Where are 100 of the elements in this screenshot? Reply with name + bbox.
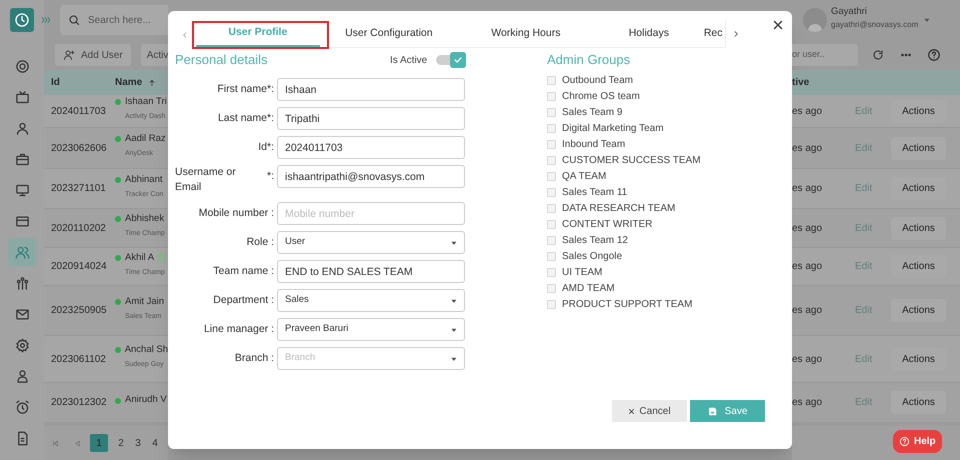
field-label: Department :	[213, 293, 274, 308]
previous-page-icon	[74, 440, 81, 446]
checkbox-item[interactable]: Sales Team 11	[547, 184, 701, 200]
help-button[interactable]: Help	[893, 430, 942, 453]
table-cell-text: es ago	[792, 182, 824, 196]
card-icon	[14, 214, 30, 228]
checkbox-item[interactable]: Inbound Team	[547, 136, 701, 152]
field-label: Line manager :	[204, 322, 274, 337]
page-button[interactable]: 4	[151, 436, 159, 450]
input-field[interactable]: END to END SALES TEAM	[277, 260, 465, 283]
table-cell-text: es ago	[792, 104, 824, 118]
user-name: Abhinant	[125, 172, 163, 187]
person-icon	[14, 368, 30, 384]
checkbox-item[interactable]: QA TEAM	[547, 168, 701, 184]
checkbox[interactable]	[547, 188, 556, 196]
select-field[interactable]: User	[277, 231, 465, 254]
checkbox[interactable]	[547, 172, 556, 180]
select-field[interactable]: Sales	[277, 289, 465, 312]
field-label: Role :	[246, 235, 274, 250]
checkbox-item[interactable]: Sales Team 12	[547, 232, 701, 248]
user-plus-icon	[63, 49, 75, 61]
checkbox[interactable]	[547, 76, 556, 84]
checkbox-item[interactable]: AMD TEAM	[547, 280, 701, 296]
user-name: Anchal Sh	[124, 343, 168, 358]
field-label: Id*:	[258, 140, 274, 155]
checkbox[interactable]	[547, 284, 556, 292]
checkbox[interactable]	[547, 156, 556, 164]
page-button[interactable]: 2	[117, 436, 125, 450]
sort-up-icon	[148, 78, 156, 86]
checkbox-item[interactable]: UI TEAM	[547, 264, 701, 280]
search-icon	[68, 14, 80, 26]
is-active-toggle[interactable]	[436, 52, 466, 68]
save-icon	[708, 406, 717, 416]
status-filter[interactable]: Activ	[140, 44, 168, 66]
field-label: Username or Email	[175, 165, 237, 195]
checkbox-item[interactable]: Sales Team 9	[547, 104, 701, 120]
table-cell-text: 2024011703	[50, 104, 107, 118]
actions-button[interactable]: Actions	[891, 299, 946, 322]
checkbox[interactable]	[547, 108, 556, 116]
help-icon	[927, 48, 941, 62]
caret-down-icon	[451, 240, 457, 246]
checkbox[interactable]	[547, 220, 556, 228]
cancel-button[interactable]: Cancel	[612, 400, 687, 422]
checkbox-item[interactable]: CONTENT WRITER	[547, 216, 701, 232]
checkbox[interactable]	[547, 252, 556, 260]
input-field[interactable]: Ishaan	[277, 78, 465, 101]
field-label: Branch :	[234, 351, 274, 366]
add-user-button[interactable]: Add User	[55, 44, 131, 66]
tab[interactable]: Working Hours	[458, 20, 594, 47]
alarm-icon	[14, 400, 30, 414]
checkbox-item[interactable]: Digital Marketing Team	[547, 120, 701, 136]
user-name: Abhishek	[125, 212, 164, 226]
checkbox[interactable]	[547, 204, 556, 212]
tab[interactable]: Rec	[704, 20, 725, 47]
checkbox-item[interactable]: CUSTOMER SUCCESS TEAM	[547, 152, 701, 168]
checkbox-item[interactable]: Sales Ongole	[547, 248, 701, 264]
input-field[interactable]: 2024011703	[277, 136, 465, 159]
page-button[interactable]: 3	[134, 436, 142, 450]
input-field[interactable]: ishaantripathi@snovasys.com	[277, 165, 465, 188]
table-cell-text: 2023271101	[50, 182, 107, 196]
checkbox[interactable]	[547, 268, 556, 276]
column-header: Name	[115, 76, 142, 90]
checkbox-item[interactable]: PRODUCT SUPPORT TEAM	[547, 296, 701, 312]
checkbox[interactable]	[547, 124, 556, 132]
chevron-left-icon	[181, 30, 189, 40]
checkbox[interactable]	[547, 92, 556, 100]
select-field[interactable]: Praveen Baruri	[277, 318, 465, 341]
refresh-icon	[872, 49, 884, 61]
tab[interactable]: User Configuration	[320, 20, 458, 47]
chevron-right-icon	[732, 29, 740, 39]
table-cell-text: es ago	[792, 304, 824, 318]
table-cell-text: 2020914024	[50, 260, 108, 274]
actions-button[interactable]: Actions	[891, 216, 946, 240]
close-icon	[628, 408, 636, 414]
table-cell-text: 2023012302	[50, 396, 108, 410]
field-label: Last name*:	[218, 111, 274, 126]
column-header: Id	[50, 76, 61, 90]
table-cell-text: 2023061102	[50, 352, 107, 366]
users-icon	[14, 244, 30, 260]
checkbox[interactable]	[547, 236, 556, 244]
user-name: Ishaan Tri	[125, 95, 167, 110]
field-label: Mobile number :	[198, 206, 274, 221]
caret-down-icon	[451, 356, 457, 362]
user-icon	[14, 120, 30, 136]
input-field[interactable]: Tripathi	[277, 107, 465, 130]
table-cell-text: 2020110202	[50, 222, 107, 236]
actions-button[interactable]: Actions	[891, 391, 946, 414]
user-name: Akhil A	[125, 250, 154, 265]
mail-icon	[14, 306, 30, 322]
tab[interactable]: Holidays	[594, 20, 704, 47]
toggle-label: Is Active	[390, 54, 428, 68]
close-button[interactable]	[771, 18, 785, 32]
checkbox[interactable]	[547, 140, 556, 148]
checkbox-item[interactable]: Chrome OS team	[547, 88, 701, 104]
input-field[interactable]: Mobile number	[277, 202, 465, 225]
actions-button[interactable]: Actions	[891, 136, 946, 160]
checkbox[interactable]	[547, 300, 556, 308]
table-cell-text: es ago	[792, 142, 824, 156]
checkbox-item[interactable]: Outbound Team	[547, 72, 701, 88]
checkbox-item[interactable]: DATA RESEARCH TEAM	[547, 200, 701, 216]
